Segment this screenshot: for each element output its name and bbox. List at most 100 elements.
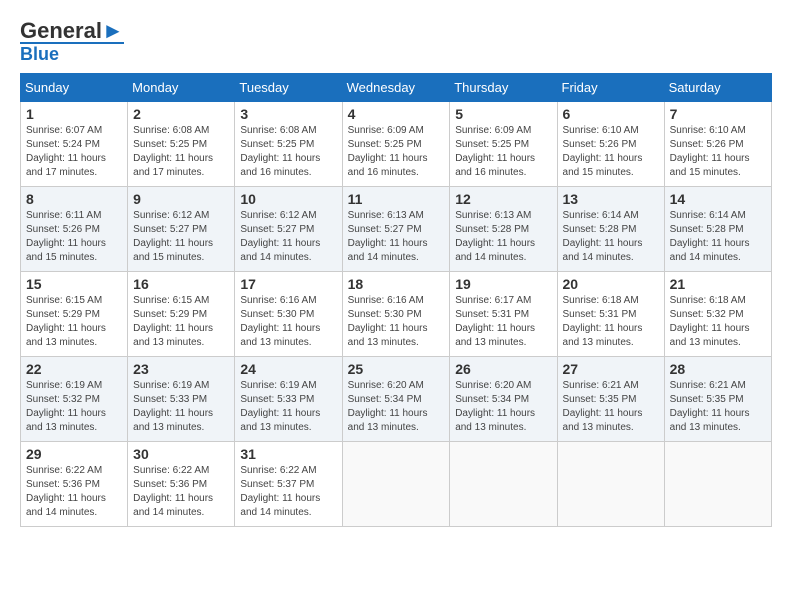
day-info: Sunrise: 6:15 AM Sunset: 5:29 PM Dayligh…	[26, 294, 122, 350]
day-info: Sunrise: 6:18 AM Sunset: 5:31 PM Dayligh…	[563, 294, 659, 350]
day-number: 26	[455, 361, 551, 377]
day-number: 1	[26, 106, 122, 122]
day-cell-1: 1 Sunrise: 6:07 AM Sunset: 5:24 PM Dayli…	[21, 102, 128, 187]
day-number: 21	[670, 276, 766, 292]
day-number: 12	[455, 191, 551, 207]
day-info: Sunrise: 6:08 AM Sunset: 5:25 PM Dayligh…	[133, 124, 229, 180]
day-cell-9: 9 Sunrise: 6:12 AM Sunset: 5:27 PM Dayli…	[128, 187, 235, 272]
weekday-header-thursday: Thursday	[450, 74, 557, 102]
day-number: 6	[563, 106, 659, 122]
day-cell-20: 20 Sunrise: 6:18 AM Sunset: 5:31 PM Dayl…	[557, 272, 664, 357]
day-number: 19	[455, 276, 551, 292]
day-info: Sunrise: 6:16 AM Sunset: 5:30 PM Dayligh…	[348, 294, 445, 350]
day-info: Sunrise: 6:12 AM Sunset: 5:27 PM Dayligh…	[240, 209, 336, 265]
weekday-header-sunday: Sunday	[21, 74, 128, 102]
day-cell-6: 6 Sunrise: 6:10 AM Sunset: 5:26 PM Dayli…	[557, 102, 664, 187]
day-number: 23	[133, 361, 229, 377]
day-cell-18: 18 Sunrise: 6:16 AM Sunset: 5:30 PM Dayl…	[342, 272, 450, 357]
day-info: Sunrise: 6:19 AM Sunset: 5:32 PM Dayligh…	[26, 379, 122, 435]
day-cell-29: 29 Sunrise: 6:22 AM Sunset: 5:36 PM Dayl…	[21, 442, 128, 527]
empty-cell	[664, 442, 771, 527]
day-number: 22	[26, 361, 122, 377]
weekday-header-monday: Monday	[128, 74, 235, 102]
day-info: Sunrise: 6:10 AM Sunset: 5:26 PM Dayligh…	[563, 124, 659, 180]
day-cell-2: 2 Sunrise: 6:08 AM Sunset: 5:25 PM Dayli…	[128, 102, 235, 187]
day-cell-10: 10 Sunrise: 6:12 AM Sunset: 5:27 PM Dayl…	[235, 187, 342, 272]
day-info: Sunrise: 6:10 AM Sunset: 5:26 PM Dayligh…	[670, 124, 766, 180]
day-number: 30	[133, 446, 229, 462]
day-cell-19: 19 Sunrise: 6:17 AM Sunset: 5:31 PM Dayl…	[450, 272, 557, 357]
day-number: 31	[240, 446, 336, 462]
day-info: Sunrise: 6:08 AM Sunset: 5:25 PM Dayligh…	[240, 124, 336, 180]
day-cell-21: 21 Sunrise: 6:18 AM Sunset: 5:32 PM Dayl…	[664, 272, 771, 357]
day-number: 5	[455, 106, 551, 122]
day-info: Sunrise: 6:22 AM Sunset: 5:37 PM Dayligh…	[240, 464, 336, 520]
weekday-header-tuesday: Tuesday	[235, 74, 342, 102]
empty-cell	[342, 442, 450, 527]
day-info: Sunrise: 6:13 AM Sunset: 5:28 PM Dayligh…	[455, 209, 551, 265]
day-cell-3: 3 Sunrise: 6:08 AM Sunset: 5:25 PM Dayli…	[235, 102, 342, 187]
day-cell-22: 22 Sunrise: 6:19 AM Sunset: 5:32 PM Dayl…	[21, 357, 128, 442]
day-number: 24	[240, 361, 336, 377]
day-info: Sunrise: 6:09 AM Sunset: 5:25 PM Dayligh…	[348, 124, 445, 180]
day-number: 14	[670, 191, 766, 207]
day-number: 13	[563, 191, 659, 207]
day-number: 27	[563, 361, 659, 377]
day-number: 9	[133, 191, 229, 207]
day-info: Sunrise: 6:11 AM Sunset: 5:26 PM Dayligh…	[26, 209, 122, 265]
day-cell-31: 31 Sunrise: 6:22 AM Sunset: 5:37 PM Dayl…	[235, 442, 342, 527]
day-info: Sunrise: 6:21 AM Sunset: 5:35 PM Dayligh…	[670, 379, 766, 435]
day-number: 4	[348, 106, 445, 122]
day-info: Sunrise: 6:13 AM Sunset: 5:27 PM Dayligh…	[348, 209, 445, 265]
day-cell-28: 28 Sunrise: 6:21 AM Sunset: 5:35 PM Dayl…	[664, 357, 771, 442]
empty-cell	[557, 442, 664, 527]
empty-cell	[450, 442, 557, 527]
day-info: Sunrise: 6:12 AM Sunset: 5:27 PM Dayligh…	[133, 209, 229, 265]
weekday-header-saturday: Saturday	[664, 74, 771, 102]
day-cell-24: 24 Sunrise: 6:19 AM Sunset: 5:33 PM Dayl…	[235, 357, 342, 442]
day-info: Sunrise: 6:07 AM Sunset: 5:24 PM Dayligh…	[26, 124, 122, 180]
logo: General► Blue	[20, 20, 124, 63]
day-info: Sunrise: 6:15 AM Sunset: 5:29 PM Dayligh…	[133, 294, 229, 350]
day-cell-14: 14 Sunrise: 6:14 AM Sunset: 5:28 PM Dayl…	[664, 187, 771, 272]
day-cell-30: 30 Sunrise: 6:22 AM Sunset: 5:36 PM Dayl…	[128, 442, 235, 527]
day-info: Sunrise: 6:19 AM Sunset: 5:33 PM Dayligh…	[133, 379, 229, 435]
day-number: 20	[563, 276, 659, 292]
calendar-table: SundayMondayTuesdayWednesdayThursdayFrid…	[20, 73, 772, 527]
day-number: 16	[133, 276, 229, 292]
day-cell-15: 15 Sunrise: 6:15 AM Sunset: 5:29 PM Dayl…	[21, 272, 128, 357]
day-number: 25	[348, 361, 445, 377]
weekday-header-wednesday: Wednesday	[342, 74, 450, 102]
day-info: Sunrise: 6:19 AM Sunset: 5:33 PM Dayligh…	[240, 379, 336, 435]
day-info: Sunrise: 6:17 AM Sunset: 5:31 PM Dayligh…	[455, 294, 551, 350]
day-number: 29	[26, 446, 122, 462]
day-cell-12: 12 Sunrise: 6:13 AM Sunset: 5:28 PM Dayl…	[450, 187, 557, 272]
day-cell-17: 17 Sunrise: 6:16 AM Sunset: 5:30 PM Dayl…	[235, 272, 342, 357]
day-cell-11: 11 Sunrise: 6:13 AM Sunset: 5:27 PM Dayl…	[342, 187, 450, 272]
day-info: Sunrise: 6:18 AM Sunset: 5:32 PM Dayligh…	[670, 294, 766, 350]
day-cell-27: 27 Sunrise: 6:21 AM Sunset: 5:35 PM Dayl…	[557, 357, 664, 442]
day-cell-23: 23 Sunrise: 6:19 AM Sunset: 5:33 PM Dayl…	[128, 357, 235, 442]
day-cell-26: 26 Sunrise: 6:20 AM Sunset: 5:34 PM Dayl…	[450, 357, 557, 442]
day-cell-13: 13 Sunrise: 6:14 AM Sunset: 5:28 PM Dayl…	[557, 187, 664, 272]
day-number: 10	[240, 191, 336, 207]
day-info: Sunrise: 6:20 AM Sunset: 5:34 PM Dayligh…	[455, 379, 551, 435]
day-info: Sunrise: 6:14 AM Sunset: 5:28 PM Dayligh…	[563, 209, 659, 265]
day-number: 18	[348, 276, 445, 292]
day-number: 17	[240, 276, 336, 292]
day-number: 7	[670, 106, 766, 122]
day-info: Sunrise: 6:16 AM Sunset: 5:30 PM Dayligh…	[240, 294, 336, 350]
day-info: Sunrise: 6:14 AM Sunset: 5:28 PM Dayligh…	[670, 209, 766, 265]
logo-line1: General►	[20, 20, 124, 42]
day-cell-8: 8 Sunrise: 6:11 AM Sunset: 5:26 PM Dayli…	[21, 187, 128, 272]
day-number: 3	[240, 106, 336, 122]
day-cell-16: 16 Sunrise: 6:15 AM Sunset: 5:29 PM Dayl…	[128, 272, 235, 357]
weekday-header-friday: Friday	[557, 74, 664, 102]
day-number: 15	[26, 276, 122, 292]
page-header: General► Blue	[20, 20, 772, 63]
day-cell-7: 7 Sunrise: 6:10 AM Sunset: 5:26 PM Dayli…	[664, 102, 771, 187]
day-info: Sunrise: 6:22 AM Sunset: 5:36 PM Dayligh…	[133, 464, 229, 520]
day-info: Sunrise: 6:20 AM Sunset: 5:34 PM Dayligh…	[348, 379, 445, 435]
day-info: Sunrise: 6:22 AM Sunset: 5:36 PM Dayligh…	[26, 464, 122, 520]
day-number: 28	[670, 361, 766, 377]
